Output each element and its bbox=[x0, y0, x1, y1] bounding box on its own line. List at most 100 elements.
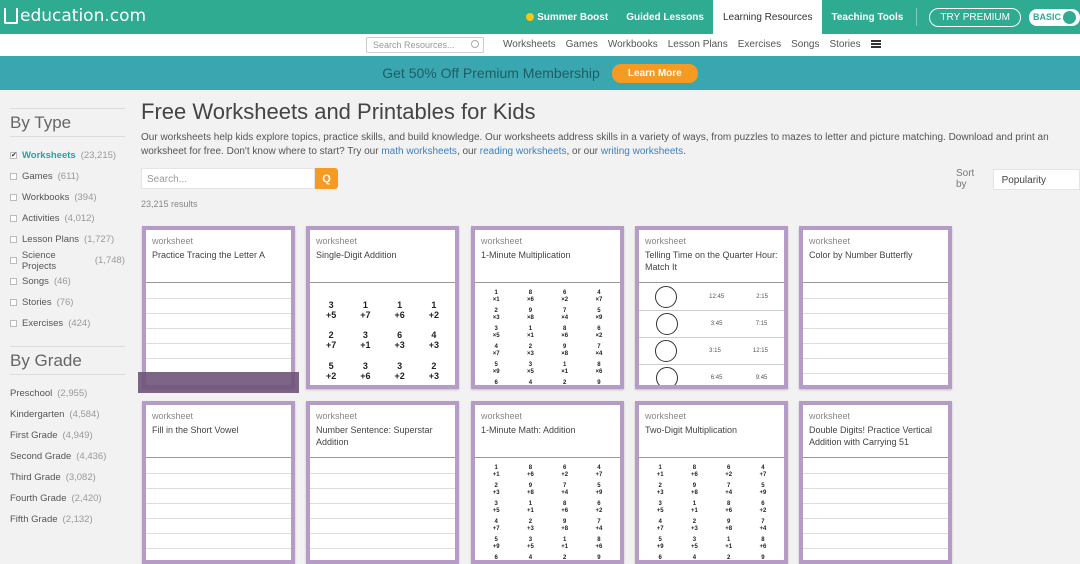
filter-science-projects[interactable]: Science Projects (1,748) bbox=[10, 250, 125, 272]
card-title[interactable]: Telling Time on the Quarter Hour: Match … bbox=[645, 249, 778, 273]
filter-games[interactable]: Games (611) bbox=[10, 166, 125, 187]
worksheet-card[interactable]: worksheet Double Digits! Practice Vertica… bbox=[799, 401, 952, 564]
filter-kindergarten[interactable]: Kindergarten (4,584) bbox=[10, 404, 125, 425]
card-title[interactable]: 1-Minute Multiplication bbox=[481, 249, 614, 261]
worksheet-card[interactable]: worksheet Number Sentence: Superstar Addi… bbox=[306, 401, 459, 564]
worksheet-card[interactable]: worksheet Telling Time on the Quarter Hou… bbox=[635, 226, 788, 389]
filter-stories[interactable]: Stories (76) bbox=[10, 292, 125, 313]
menu-icon[interactable] bbox=[870, 40, 881, 48]
problem: 7 +4 bbox=[759, 519, 767, 532]
subnav-lesson-plans[interactable]: Lesson Plans bbox=[668, 39, 728, 50]
page-description: Our worksheets help kids explore topics,… bbox=[141, 132, 1049, 157]
sort-select[interactable]: Popularity bbox=[992, 168, 1080, 190]
filter-fifth-grade[interactable]: Fifth Grade (2,132) bbox=[10, 509, 125, 530]
worksheet-card[interactable]: worksheet Single-Digit Addition 3 +5 1 +7 1 … bbox=[306, 226, 459, 389]
search-input[interactable]: Search... bbox=[141, 168, 315, 189]
filter-second-grade[interactable]: Second Grade (4,436) bbox=[10, 446, 125, 467]
logo[interactable]: education.com bbox=[4, 6, 146, 26]
checkbox[interactable] bbox=[10, 173, 17, 180]
problem: 3 +5 bbox=[325, 300, 337, 320]
clock-icon bbox=[655, 286, 678, 308]
card-kind: worksheet bbox=[645, 236, 687, 246]
nav-teaching-tools[interactable]: Teaching Tools bbox=[822, 0, 912, 34]
time-label: 7:15 bbox=[755, 321, 768, 327]
try-premium-button[interactable]: TRY PREMIUM bbox=[929, 7, 1021, 27]
card-header: worksheet 1-Minute Multiplication bbox=[475, 230, 620, 283]
reading-worksheets-link[interactable]: reading worksheets bbox=[480, 146, 567, 157]
resource-search-input[interactable]: Search Resources... bbox=[366, 37, 484, 53]
account-button[interactable]: BASIC bbox=[1028, 8, 1080, 26]
filter-workbooks[interactable]: Workbooks (394) bbox=[10, 187, 125, 208]
card-title[interactable]: Two-Digit Multiplication bbox=[645, 424, 778, 436]
worksheet-card[interactable]: worksheet Two-Digit Multiplication 1 +1 8 +… bbox=[635, 401, 788, 564]
subnav-exercises[interactable]: Exercises bbox=[738, 39, 781, 50]
problem: 8 +6 bbox=[759, 537, 767, 550]
subnav-games[interactable]: Games bbox=[566, 39, 598, 50]
worksheet-thumbnail: 1 ×1 8 ×6 6 ×2 4 ×7 2 ×3 9 ×8 7 ×4 5 ×9 3 ×5 1 ×1… bbox=[475, 284, 620, 385]
worksheet-card[interactable]: worksheet 1-Minute Math: Addition 1 +1 8 +6… bbox=[471, 401, 624, 564]
card-title[interactable]: 1-Minute Math: Addition bbox=[481, 424, 614, 436]
checkbox[interactable] bbox=[10, 236, 17, 243]
filter-count: (2,132) bbox=[62, 514, 93, 525]
filter-label: Stories bbox=[22, 297, 52, 308]
card-title[interactable]: Number Sentence: Superstar Addition bbox=[316, 424, 449, 448]
filter-first-grade[interactable]: First Grade (4,949) bbox=[10, 425, 125, 446]
subnav-songs[interactable]: Songs bbox=[791, 39, 819, 50]
problem: 1 +1 bbox=[561, 537, 569, 550]
filter-third-grade[interactable]: Third Grade (3,082) bbox=[10, 467, 125, 488]
filter-lesson-plans[interactable]: Lesson Plans (1,727) bbox=[10, 229, 125, 250]
search-button[interactable]: Q bbox=[315, 168, 338, 189]
nav-summer-boost[interactable]: Summer Boost bbox=[517, 0, 617, 34]
problem: 9 ×8 bbox=[526, 308, 534, 321]
nav-guided-lessons[interactable]: Guided Lessons bbox=[617, 0, 713, 34]
checkbox[interactable] bbox=[10, 278, 17, 285]
checkbox[interactable] bbox=[10, 194, 17, 201]
nav-learning-resources[interactable]: Learning Resources bbox=[712, 0, 823, 34]
learn-more-button[interactable]: Learn More bbox=[611, 63, 698, 83]
worksheet-card[interactable]: worksheet Color by Number Butterfly bbox=[799, 226, 952, 389]
search-icon[interactable] bbox=[471, 40, 479, 48]
subnav-stories[interactable]: Stories bbox=[829, 39, 860, 50]
filter-fourth-grade[interactable]: Fourth Grade (2,420) bbox=[10, 488, 125, 509]
problem: 5 +9 bbox=[595, 483, 603, 496]
card-title[interactable]: Single-Digit Addition bbox=[316, 249, 449, 261]
problem: 1 +1 bbox=[690, 501, 698, 514]
filter-activities[interactable]: Activities (4,012) bbox=[10, 208, 125, 229]
checkbox[interactable] bbox=[10, 320, 17, 327]
card-hover-overlay bbox=[138, 372, 299, 393]
sort-control: Sort by Popularity bbox=[956, 168, 1080, 190]
card-inner: worksheet Number Sentence: Superstar Addi… bbox=[310, 405, 455, 560]
checkbox[interactable] bbox=[10, 299, 17, 306]
checkbox[interactable] bbox=[10, 215, 17, 222]
card-title[interactable]: Color by Number Butterfly bbox=[809, 249, 942, 261]
problem: 1 +7 bbox=[360, 300, 371, 320]
problem: 1 ×1 bbox=[561, 362, 569, 375]
filter-label: Games bbox=[22, 171, 53, 182]
filter-songs[interactable]: Songs (46) bbox=[10, 271, 125, 292]
worksheet-card[interactable]: worksheet Practice Tracing the Letter A bbox=[138, 226, 299, 393]
problem: 6 +2 bbox=[595, 501, 603, 514]
card-title[interactable]: Fill in the Short Vowel bbox=[152, 424, 285, 436]
filter-preschool[interactable]: Preschool (2,955) bbox=[10, 383, 125, 404]
checkbox[interactable]: ✔ bbox=[10, 152, 17, 159]
card-kind: worksheet bbox=[481, 236, 523, 246]
problem: 2 +3 bbox=[492, 483, 500, 496]
checkbox[interactable] bbox=[10, 257, 17, 264]
card-title[interactable]: Double Digits! Practice Vertical Additio… bbox=[809, 424, 942, 448]
worksheet-card[interactable]: worksheet Fill in the Short Vowel bbox=[142, 401, 295, 564]
card-title[interactable]: Practice Tracing the Letter A bbox=[152, 249, 285, 261]
writing-worksheets-link[interactable]: writing worksheets bbox=[601, 146, 683, 157]
subnav-workbooks[interactable]: Workbooks bbox=[608, 39, 658, 50]
math-worksheets-link[interactable]: math worksheets bbox=[381, 146, 457, 157]
problem: 1 ×1 bbox=[492, 290, 500, 303]
filter-worksheets[interactable]: ✔ Worksheets (23,215) bbox=[10, 145, 125, 166]
problem: 8 +6 bbox=[561, 501, 569, 514]
worksheet-card[interactable]: worksheet 1-Minute Multiplication 1 ×1 8 ×6… bbox=[471, 226, 624, 389]
filter-label: Fifth Grade bbox=[10, 514, 58, 525]
problem: 9 +8 bbox=[526, 483, 534, 496]
problem: 7 ×4 bbox=[595, 344, 603, 357]
problem: 5 ×9 bbox=[492, 362, 500, 375]
filter-exercises[interactable]: Exercises (424) bbox=[10, 313, 125, 334]
subnav-worksheets[interactable]: Worksheets bbox=[503, 39, 556, 50]
filter-count: (2,420) bbox=[71, 493, 102, 504]
